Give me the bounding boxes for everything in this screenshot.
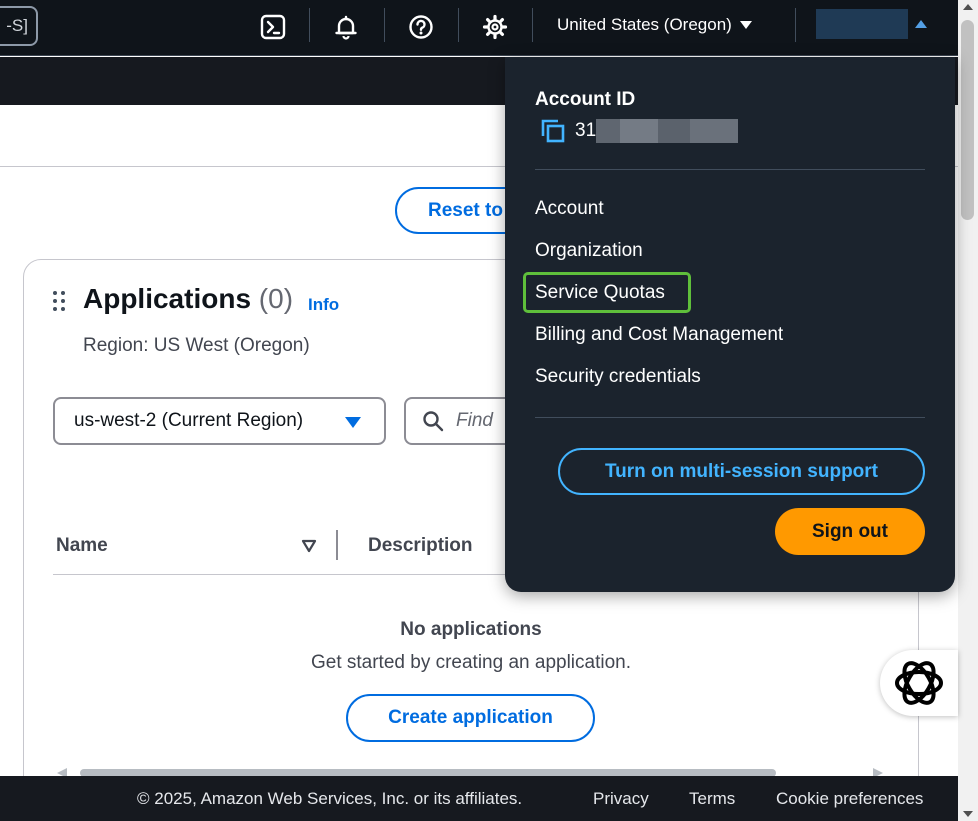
- empty-state-subtitle: Get started by creating an application.: [310, 652, 632, 673]
- vertical-scroll-thumb[interactable]: [961, 20, 974, 220]
- vertical-scrollbar[interactable]: [958, 0, 978, 821]
- bell-icon[interactable]: [329, 10, 363, 44]
- redacted-account-id: [596, 119, 739, 143]
- footer: © 2025, Amazon Web Services, Inc. or its…: [0, 776, 958, 821]
- menu-item-service-quotas[interactable]: Service Quotas: [535, 282, 665, 304]
- scroll-up-icon[interactable]: [963, 4, 973, 10]
- nav-divider: [795, 8, 796, 42]
- assistant-logo-icon: [895, 661, 943, 705]
- region-selector[interactable]: United States (Oregon): [557, 0, 752, 50]
- nav-divider: [309, 8, 310, 42]
- footer-link-terms[interactable]: Terms: [689, 789, 735, 809]
- table-header: Name Description: [53, 527, 513, 575]
- multi-session-button[interactable]: Turn on multi-session support: [558, 448, 925, 495]
- footer-link-privacy[interactable]: Privacy: [593, 789, 649, 809]
- nav-divider: [458, 8, 459, 42]
- create-application-button[interactable]: Create application: [346, 694, 595, 742]
- gear-icon[interactable]: [478, 10, 512, 44]
- region-label: United States (Oregon): [557, 15, 732, 34]
- assistant-button[interactable]: [880, 650, 958, 716]
- menu-item-security-credentials[interactable]: Security credentials: [535, 366, 701, 388]
- top-navigation: -S] United States (Oregon): [0, 0, 958, 56]
- sort-down-icon[interactable]: [301, 539, 317, 553]
- footer-copyright: © 2025, Amazon Web Services, Inc. or its…: [137, 789, 523, 808]
- empty-state-title: No applications: [400, 619, 542, 640]
- account-id-value: 31: [575, 120, 597, 141]
- region-filter-select[interactable]: us-west-2 (Current Region): [53, 397, 386, 445]
- column-header-name[interactable]: Name: [56, 535, 108, 557]
- search-placeholder: Find: [456, 410, 493, 431]
- search-icon: [423, 411, 444, 432]
- redacted-account-name: [816, 9, 908, 39]
- help-icon[interactable]: [404, 10, 438, 44]
- scroll-down-icon[interactable]: [963, 811, 973, 817]
- account-id-label: Account ID: [535, 89, 636, 110]
- menu-item-account[interactable]: Account: [535, 198, 604, 220]
- menu-item-organization[interactable]: Organization: [535, 240, 643, 262]
- menu-divider: [535, 417, 925, 418]
- nav-divider: [532, 8, 533, 42]
- info-link[interactable]: Info: [308, 295, 339, 315]
- search-shortcut-hint[interactable]: -S]: [0, 6, 38, 46]
- footer-link-cookie-preferences[interactable]: Cookie preferences: [776, 789, 923, 809]
- nav-divider: [384, 8, 385, 42]
- menu-item-billing[interactable]: Billing and Cost Management: [535, 324, 783, 346]
- cloudshell-icon[interactable]: [256, 10, 290, 44]
- column-header-description[interactable]: Description: [368, 535, 473, 557]
- sign-out-button[interactable]: Sign out: [775, 508, 925, 555]
- panel-count: (0): [258, 283, 294, 314]
- copy-icon[interactable]: [541, 119, 565, 143]
- caret-up-icon: [915, 20, 927, 28]
- panel-title-text: Applications: [83, 283, 252, 314]
- caret-down-icon: [345, 417, 361, 428]
- account-menu-button[interactable]: [816, 9, 928, 39]
- account-dropdown-menu: Account ID 31 Account Organization Servi…: [505, 57, 955, 592]
- panel-subtitle: Region: US West (Oregon): [83, 335, 310, 356]
- drag-handle-icon[interactable]: [53, 291, 67, 313]
- caret-down-icon: [739, 21, 752, 29]
- menu-divider: [535, 169, 925, 170]
- region-filter-value: us-west-2 (Current Region): [74, 410, 304, 431]
- account-id-row: 31: [541, 119, 739, 143]
- panel-title: Applications (0): [83, 283, 293, 315]
- column-resizer[interactable]: [336, 530, 338, 560]
